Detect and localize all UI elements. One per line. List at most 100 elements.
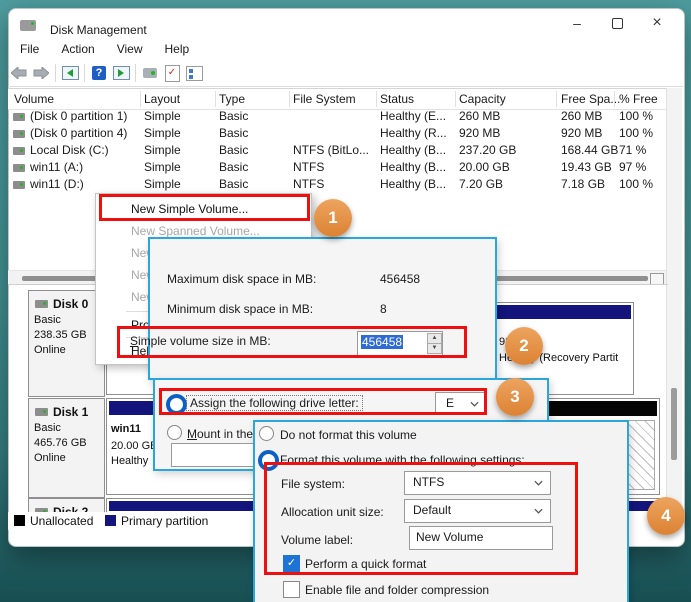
cell-layout: Simple xyxy=(144,160,181,174)
minimize-button[interactable]: – xyxy=(557,8,597,38)
back-button[interactable] xyxy=(8,63,30,83)
cell-status: Healthy (B... xyxy=(380,160,446,174)
disk0-name: Disk 0 xyxy=(53,297,88,311)
cell-status: Healthy (B... xyxy=(380,177,446,191)
close-button[interactable]: × xyxy=(637,8,677,38)
cell-capacity: 260 MB xyxy=(459,109,500,123)
table-row[interactable]: win11 (D:) Simple Basic NTFS Healthy (B.… xyxy=(8,176,668,193)
cell-pct: 100 % xyxy=(619,109,653,123)
column-header-pct-free[interactable]: % Free xyxy=(619,92,658,106)
show-action-pane-button[interactable] xyxy=(110,63,132,83)
disk2-label-cell[interactable]: Disk 2 xyxy=(28,498,105,513)
properties-list-button[interactable] xyxy=(183,63,205,83)
cell-layout: Simple xyxy=(144,177,181,191)
step-badge-3: 3 xyxy=(496,378,534,416)
column-header-file-system[interactable]: File System xyxy=(293,92,356,106)
cell-status: Healthy (E... xyxy=(380,109,446,123)
legend-primary-swatch xyxy=(105,515,116,526)
column-header-type[interactable]: Type xyxy=(219,92,245,106)
cell-capacity: 920 MB xyxy=(459,126,500,140)
disk0-size: 238.35 GB xyxy=(34,329,87,341)
menu-bar: File Action View Help xyxy=(8,38,683,60)
volume-disk-icon xyxy=(13,147,25,155)
cell-volume: Local Disk (C:) xyxy=(30,143,109,157)
cell-capacity: 7.20 GB xyxy=(459,177,503,191)
table-row[interactable]: (Disk 0 partition 4) Simple Basic Health… xyxy=(8,125,668,142)
maximize-button[interactable] xyxy=(597,8,637,38)
console-tree-icon xyxy=(62,66,79,80)
forward-button[interactable] xyxy=(30,63,52,83)
volume-disk-icon xyxy=(13,181,25,189)
menu-view[interactable]: View xyxy=(107,40,153,58)
document-check-icon: ✓ xyxy=(165,65,180,82)
vscroll-thumb[interactable] xyxy=(671,388,677,460)
compression-checkbox[interactable] xyxy=(283,581,300,598)
disk1-status: Online xyxy=(34,452,66,464)
disk0-label-cell[interactable]: Disk 0 Basic 238.35 GB Online xyxy=(28,290,105,397)
cell-capacity: 237.20 GB xyxy=(459,143,516,157)
do-not-format-radio[interactable] xyxy=(259,426,274,441)
help-icon: ? xyxy=(92,66,106,80)
do-not-format-label: Do not format this volume xyxy=(280,428,417,442)
toolbar-separator xyxy=(135,64,136,82)
action-pane-icon xyxy=(113,66,130,80)
mount-folder-radio[interactable] xyxy=(167,425,182,440)
cell-type: Basic xyxy=(219,126,248,140)
table-row[interactable]: win11 (A:) Simple Basic NTFS Healthy (B.… xyxy=(8,159,668,176)
cell-layout: Simple xyxy=(144,109,181,123)
refresh-disks-button[interactable] xyxy=(139,63,161,83)
table-row[interactable]: Local Disk (C:) Simple Basic NTFS (BitLo… xyxy=(8,142,668,159)
table-row[interactable]: (Disk 0 partition 1) Simple Basic Health… xyxy=(8,108,668,125)
partition-color-bar xyxy=(497,305,631,319)
cell-status: Healthy (R... xyxy=(380,126,447,140)
cell-capacity: 20.00 GB xyxy=(459,160,510,174)
column-header-capacity[interactable]: Capacity xyxy=(459,92,506,106)
column-header-free-space[interactable]: Free Spa... xyxy=(561,92,620,106)
cell-type: Basic xyxy=(219,143,248,157)
vertical-scrollbar[interactable] xyxy=(666,88,682,512)
annotation-box-step1 xyxy=(99,194,310,221)
checklist-icon xyxy=(186,66,203,81)
cell-free: 920 MB xyxy=(561,126,602,140)
disk1-size: 465.76 GB xyxy=(34,437,87,449)
cell-type: Basic xyxy=(219,109,248,123)
specify-volume-size-dialog: Maximum disk space in MB: 456458 Minimum… xyxy=(148,237,497,380)
cell-pct: 71 % xyxy=(619,143,646,157)
column-header-volume[interactable]: Volume xyxy=(14,92,54,106)
partition-status: Healthy xyxy=(111,455,148,467)
cell-type: Basic xyxy=(219,177,248,191)
maximize-icon xyxy=(612,18,623,29)
menu-action[interactable]: Action xyxy=(51,40,104,58)
volume-table-header: Volume Layout Type File System Status Ca… xyxy=(8,88,668,110)
disk-icon xyxy=(35,408,48,416)
cell-volume: (Disk 0 partition 1) xyxy=(30,109,127,123)
cell-fs: NTFS xyxy=(293,177,324,191)
cell-free: 260 MB xyxy=(561,109,602,123)
device-icon xyxy=(143,68,157,78)
cell-type: Basic xyxy=(219,160,248,174)
cell-layout: Simple xyxy=(144,126,181,140)
annotation-box-step3 xyxy=(159,388,487,415)
column-header-status[interactable]: Status xyxy=(380,92,414,106)
help-button[interactable]: ? xyxy=(88,63,110,83)
show-console-tree-button[interactable] xyxy=(59,63,81,83)
disk1-kind: Basic xyxy=(34,422,61,434)
max-size-label: Maximum disk space in MB: xyxy=(167,272,316,286)
cell-free: 19.43 GB xyxy=(561,160,612,174)
column-header-layout[interactable]: Layout xyxy=(144,92,180,106)
cell-volume: win11 (A:) xyxy=(30,160,83,174)
cell-volume: win11 (D:) xyxy=(30,177,84,191)
partition-label: win11 xyxy=(111,423,141,435)
disk0-kind: Basic xyxy=(34,314,61,326)
menu-help[interactable]: Help xyxy=(155,40,200,58)
partition-size: 20.00 GB xyxy=(111,440,157,452)
step-badge-1: 1 xyxy=(314,199,352,237)
check-document-button[interactable]: ✓ xyxy=(161,63,183,83)
toolbar: ? ✓ xyxy=(8,60,683,87)
disk1-label-cell[interactable]: Disk 1 Basic 465.76 GB Online xyxy=(28,398,105,498)
legend-primary-label: Primary partition xyxy=(121,514,208,528)
menu-file[interactable]: File xyxy=(10,40,49,58)
cell-layout: Simple xyxy=(144,143,181,157)
toolbar-separator xyxy=(55,64,56,82)
mount-folder-input[interactable] xyxy=(171,443,257,467)
